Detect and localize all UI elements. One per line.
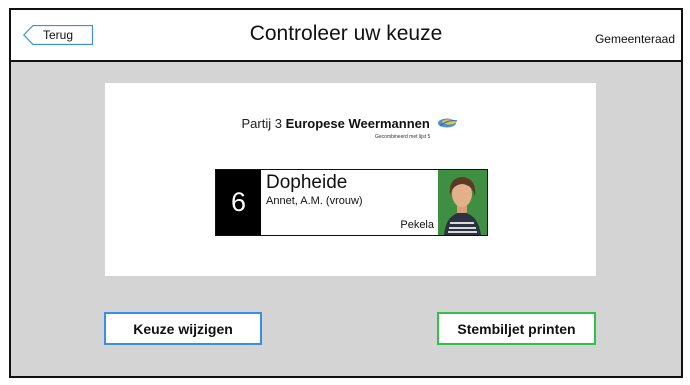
app-window: Terug Controleer uw keuze Gemeenteraad P… — [9, 8, 683, 378]
candidate-last-name: Dopheide — [266, 172, 348, 193]
party-number: Partij 3 — [241, 116, 282, 131]
print-ballot-button[interactable]: Stembiljet printen — [437, 312, 596, 345]
candidate-card: 6 Dopheide Annet, A.M. (vrouw) Pekela — [215, 169, 488, 236]
candidate-photo — [438, 170, 487, 235]
change-choice-button[interactable]: Keuze wijzigen — [104, 312, 262, 345]
combined-list-note: Gecombineerd met lijst 5 — [375, 134, 431, 140]
party-line: Partij 3 Europese Weermannen — [105, 116, 596, 132]
header-bar: Terug Controleer uw keuze Gemeenteraad — [11, 10, 681, 62]
election-race-label: Gemeenteraad — [594, 32, 675, 46]
party-logo-icon — [437, 117, 459, 132]
candidate-first-name: Annet, A.M. (vrouw) — [266, 195, 363, 207]
party-name: Europese Weermannen — [285, 116, 430, 131]
page-title: Controleer uw keuze — [249, 22, 443, 45]
candidate-number: 6 — [216, 170, 261, 235]
candidate-city: Pekela — [400, 219, 434, 231]
choice-summary-card: Partij 3 Europese Weermannen Gecombineer… — [105, 83, 596, 276]
